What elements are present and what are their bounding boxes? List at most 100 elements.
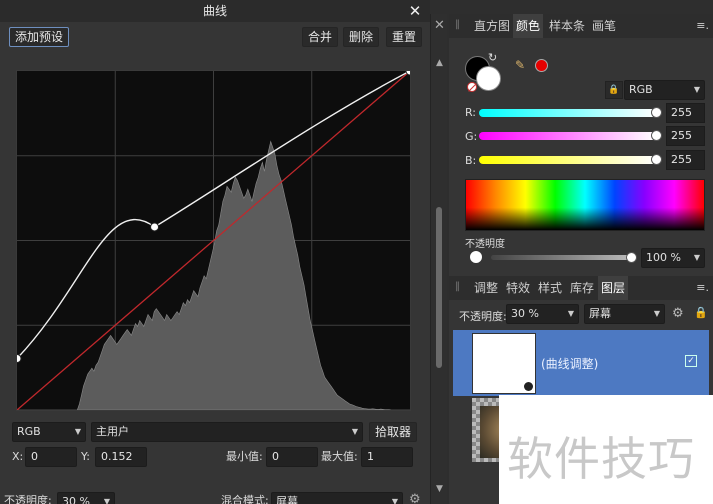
blue-slider[interactable] (479, 156, 656, 164)
blue-slider-handle[interactable] (651, 154, 662, 165)
color-opacity-label: 不透明度 (465, 239, 505, 250)
opacity-select[interactable]: 30 % ▼ (57, 492, 115, 504)
color-opacity-select[interactable]: 100 % ▼ (641, 248, 705, 268)
y-input[interactable]: 0.152 (95, 447, 147, 467)
tab-layers[interactable]: 图层 (598, 276, 629, 300)
chevron-down-icon: ▼ (391, 497, 398, 504)
red-slider[interactable] (479, 109, 656, 117)
scroll-down-icon[interactable]: ▼ (431, 484, 448, 494)
opacity-swatch-icon (470, 251, 482, 263)
delete-button[interactable]: 删除 (343, 27, 380, 47)
red-label: R: (465, 106, 477, 119)
channel-select[interactable]: RGB ▼ (12, 422, 86, 442)
dialog-title: 曲线 (0, 0, 430, 22)
layer-row[interactable]: (曲线调整) ✓ (453, 330, 709, 396)
color-opacity-slider[interactable] (491, 255, 632, 260)
curve-canvas[interactable] (17, 71, 410, 410)
color-spectrum[interactable] (465, 179, 705, 231)
lock-icon[interactable]: 🔒 (694, 306, 708, 319)
chevron-down-icon: ▼ (567, 309, 574, 318)
eyedropper-icon[interactable]: ✎ (515, 58, 525, 72)
tab-color[interactable]: 颜色 (513, 14, 544, 38)
max-input[interactable]: 1 (361, 447, 413, 467)
stroke-color-swatch[interactable] (476, 66, 501, 91)
max-label: 最大值: (321, 450, 358, 463)
tab-stock[interactable]: 库存 (567, 276, 597, 300)
merge-button[interactable]: 合并 (302, 27, 339, 47)
curves-dialog: 曲线 ✕ 添加预设 合并 删除 重置 RGB ▼ 主用户 ▼ 拾取器 X: 0 … (0, 0, 430, 504)
curve-control-point[interactable] (150, 222, 160, 232)
reset-button[interactable]: 重置 (386, 27, 423, 47)
lock-icon[interactable]: 🔒 (605, 81, 623, 99)
layer-opacity-select[interactable]: 30 % ▼ (506, 304, 579, 324)
opacity-label: 不透明度: (4, 494, 52, 504)
tab-swatches[interactable]: 样本条 (546, 14, 588, 38)
blue-value-input[interactable]: 255 (666, 150, 705, 170)
green-slider-handle[interactable] (651, 130, 662, 141)
color-opacity-value: 100 % (646, 251, 681, 264)
tab-effects[interactable]: 特效 (503, 276, 533, 300)
chevron-down-icon: ▼ (74, 427, 81, 436)
curve-graph[interactable] (16, 70, 411, 411)
color-model-value: RGB (629, 83, 653, 96)
layers-panel-tabs: ‖ 调整 特效 样式 库存 图层 ≡. (449, 276, 713, 300)
layer-thumbnail (472, 333, 536, 394)
scroll-up-icon[interactable]: ▲ (431, 58, 448, 68)
watermark-text: 软件技巧 (507, 432, 695, 486)
swap-icon[interactable]: ↻ (488, 51, 497, 64)
grip-icon[interactable]: ‖ (455, 281, 460, 292)
close-icon[interactable]: ✕ (431, 18, 448, 33)
add-preset-button[interactable]: 添加预设 (9, 27, 70, 47)
x-input[interactable]: 0 (25, 447, 77, 467)
target-select[interactable]: 主用户 ▼ (91, 422, 363, 442)
accent-color-swatch[interactable] (535, 59, 548, 72)
x-label: X: (12, 450, 24, 463)
green-label: G: (465, 130, 478, 143)
tab-adjustments[interactable]: 调整 (471, 276, 501, 300)
opacity-value: 30 % (62, 495, 90, 504)
visibility-checkbox[interactable]: ✓ (685, 355, 697, 367)
layer-name: (曲线调整) (541, 357, 599, 371)
close-icon[interactable]: ✕ (406, 0, 424, 22)
blend-mode-label: 混合模式: (221, 494, 269, 504)
layer-blend-value: 屏幕 (589, 307, 611, 320)
gear-icon[interactable]: ⚙ (672, 306, 684, 321)
layer-opacity-value: 30 % (511, 307, 539, 320)
min-input[interactable]: 0 (266, 447, 318, 467)
no-color-icon[interactable] (467, 82, 477, 92)
target-value: 主用户 (96, 425, 129, 438)
panel-menu-icon[interactable]: ≡. (696, 14, 709, 38)
blue-label: B: (465, 154, 477, 167)
layer-blend-select[interactable]: 屏幕 ▼ (584, 304, 665, 324)
chevron-down-icon: ▼ (351, 427, 358, 436)
red-value-input[interactable]: 255 (666, 103, 705, 123)
curve-control-point[interactable] (17, 353, 22, 363)
green-slider[interactable] (479, 132, 656, 140)
layer-opacity-label: 不透明度: (459, 310, 507, 323)
chevron-down-icon: ▼ (693, 253, 700, 262)
panel-strip: ✕ ▲ ▼ (430, 14, 447, 504)
blend-mode-select[interactable]: 屏幕 ▼ (271, 492, 403, 504)
min-label: 最小值: (226, 450, 263, 463)
gear-icon[interactable]: ⚙ (409, 492, 421, 504)
chevron-down-icon: ▼ (693, 85, 700, 94)
panel-menu-icon[interactable]: ≡. (696, 276, 709, 300)
green-value-input[interactable]: 255 (666, 126, 705, 146)
scrollbar-thumb[interactable] (436, 207, 442, 368)
grip-icon[interactable]: ‖ (455, 19, 460, 30)
color-opacity-handle[interactable] (626, 252, 637, 263)
color-model-select[interactable]: RGB ▼ (624, 80, 705, 100)
blend-mode-value: 屏幕 (276, 495, 298, 504)
tab-histogram[interactable]: 直方图 (471, 14, 513, 38)
channel-value: RGB (17, 425, 41, 438)
adjustment-icon (524, 382, 533, 391)
watermark: 软件技巧 (499, 395, 713, 504)
y-label: Y: (81, 450, 90, 463)
tab-styles[interactable]: 样式 (535, 276, 565, 300)
chevron-down-icon: ▼ (653, 309, 660, 318)
tab-brushes[interactable]: 画笔 (589, 14, 619, 38)
chevron-down-icon: ▼ (103, 497, 110, 504)
color-panel-tabs: ‖ 直方图 颜色 样本条 画笔 ≡. (449, 14, 713, 38)
red-slider-handle[interactable] (651, 107, 662, 118)
picker-button[interactable]: 拾取器 (369, 422, 418, 442)
